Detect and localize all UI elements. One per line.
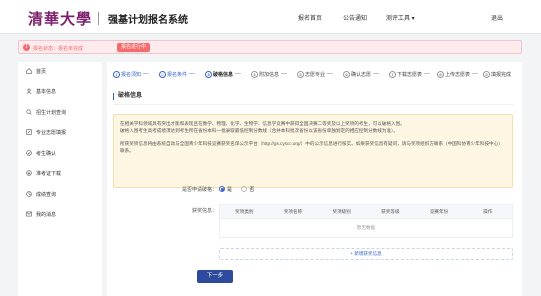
sidebar-item-basic-info[interactable]: 基本信息 [26, 88, 56, 97]
edit-icon [26, 129, 32, 135]
step-4[interactable]: 4 附加信息 [251, 71, 288, 79]
table-header: 奖项类别 奖项名称 奖项级别 获奖等级 竞赛年份 操作 [220, 205, 512, 219]
step-5[interactable]: 5 志愿专业 [297, 71, 334, 79]
system-title: 强基计划报名系统 [108, 15, 188, 26]
status-text: 报名状态：报名未完成 [33, 46, 84, 52]
university-logo: 清華大學 [28, 8, 105, 29]
section-divider [113, 104, 513, 105]
has-award-radio-group: 是 否 [219, 186, 262, 193]
nav-assessment-tools[interactable]: 测评工具 ▾ [386, 13, 415, 22]
sidebar-item-major-choice[interactable]: 专业志愿填报 [26, 129, 66, 138]
award-table: 奖项类别 奖项名称 奖项级别 获奖等级 竞赛年份 操作 暂无数据 [219, 204, 513, 238]
step-3[interactable]: 3 破格信息 [205, 71, 242, 79]
status-badge: 报名进行中 [117, 43, 151, 52]
search-icon [26, 109, 32, 115]
notice-box: 在相关学科领域具有突出才能和表现且在数学、物理、化学、生物学、信息学竞赛中获得全… [113, 114, 513, 188]
nav-logout[interactable]: 退出 [491, 13, 503, 22]
check-icon [26, 150, 32, 156]
sidebar-item-admission-ticket[interactable]: 准考证下载 [26, 170, 61, 179]
col-award-grade: 获奖等级 [381, 209, 400, 214]
user-icon [26, 88, 32, 94]
step-2[interactable]: 2 报名条件 [159, 71, 196, 79]
chart-icon [26, 191, 32, 197]
col-actions: 操作 [483, 209, 493, 214]
step-6[interactable]: 6 确认志愿 [343, 71, 380, 79]
radio-yes[interactable]: 是 [219, 186, 232, 193]
sidebar: 首页 基本信息 招生计划查询 专业志愿填报 考生确认 准考证下载 成绩查询 我的… [18, 62, 102, 296]
main-panel: 1 报名须知 2 报名条件 3 破格信息 4 附加信息 5 志愿专业 6 确认志愿 7 下载志… [107, 62, 522, 296]
home-icon [26, 68, 32, 74]
progress-steps: 1 报名须知 2 报名条件 3 破格信息 4 附加信息 5 志愿专业 6 确认志愿 7 下载志… [113, 71, 517, 81]
download-icon [26, 170, 32, 176]
sidebar-item-score-query[interactable]: 成绩查询 [26, 191, 56, 200]
col-award-category: 奖项类别 [235, 209, 254, 214]
radio-no[interactable]: 否 [241, 186, 254, 193]
sidebar-item-plan-query[interactable]: 招生计划查询 [26, 109, 66, 118]
step-8[interactable]: 8 上传志愿表 [437, 71, 479, 79]
col-contest-year: 竞赛年份 [429, 209, 449, 214]
add-award-button[interactable]: + 新增获奖信息 [219, 248, 513, 260]
sidebar-item-home[interactable]: 首页 [26, 68, 46, 77]
next-step-button[interactable]: 下一步 [197, 270, 233, 283]
nav-announcements[interactable]: 公告通知 [343, 13, 367, 22]
col-award-name: 奖项名称 [283, 209, 303, 214]
notice-line-2: 破格入围考生高考成绩须达到考生所在省份本科一批录取最低控制分数线（合并本科批次省… [120, 128, 398, 133]
col-award-level: 奖项级别 [332, 209, 351, 214]
registration-status-bar: ! 报名状态：报名未完成 报名进行中 [18, 40, 522, 54]
award-info-label: 获奖信息： [191, 208, 217, 214]
notice-line-3: 所获奖项信息将由系统自动与全国青少年科技竞赛获奖名单公示平台（http://gs… [120, 141, 503, 153]
step-7[interactable]: 7 下载志愿表 [389, 71, 431, 79]
sidebar-item-messages[interactable]: 我的消息 [26, 211, 56, 220]
table-empty-text: 暂无数据 [356, 225, 376, 230]
section-title: 破格信息 [113, 93, 142, 100]
nav-home[interactable]: 报名首页 [298, 13, 322, 22]
exclamation-icon: ! [23, 44, 30, 51]
has-award-label: 是否申请破格： [181, 187, 217, 193]
step-1[interactable]: 1 报名须知 [113, 71, 150, 79]
message-icon [26, 211, 32, 217]
sidebar-item-confirm[interactable]: 考生确认 [26, 150, 56, 159]
step-9[interactable]: 9 填报完成 [483, 71, 511, 79]
notice-line-1: 在相关学科领域具有突出才能和表现且在数学、物理、化学、生物学、信息学竞赛中获得全… [120, 121, 405, 126]
top-header: 清華大學 强基计划报名系统 报名首页 公告通知 测评工具 ▾ 退出 [0, 0, 541, 34]
